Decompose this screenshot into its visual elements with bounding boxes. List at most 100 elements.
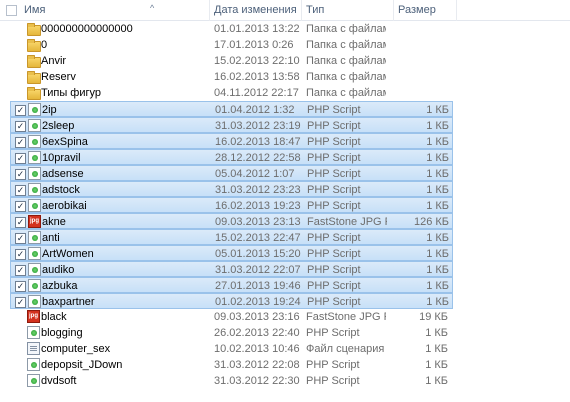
- file-size: 1 КБ: [426, 120, 449, 132]
- row-checkbox[interactable]: ✓: [15, 217, 26, 228]
- file-type: PHP Script: [307, 136, 361, 148]
- file-row[interactable]: ✓ baxpartner 01.02.2013 19:24 PHP Script 1 К…: [10, 293, 453, 309]
- row-checkbox[interactable]: ✓: [15, 281, 26, 292]
- file-row[interactable]: ✓ anti 15.02.2013 22:47 PHP Script 1 КБ: [10, 229, 453, 245]
- file-date: 31.03.2012 22:07: [215, 264, 301, 276]
- column-size-header[interactable]: Размер: [394, 0, 457, 21]
- file-name: black: [41, 311, 67, 323]
- column-type-label: Тип: [306, 4, 325, 16]
- file-date: 31.03.2012 22:08: [214, 359, 300, 371]
- php-script-icon: [28, 263, 41, 276]
- file-name: baxpartner: [42, 296, 95, 308]
- file-size: 1 КБ: [425, 359, 448, 371]
- sort-up-icon: ^: [150, 3, 155, 13]
- file-size: 1 КБ: [426, 280, 449, 292]
- file-row[interactable]: dvdsoft 31.03.2012 22:30 PHP Script 1 КБ: [10, 373, 453, 389]
- folder-icon: [27, 55, 41, 68]
- file-row[interactable]: ✓jpgakne 09.03.2013 23:13 FastStone JPG Fi…: [10, 213, 453, 229]
- select-all-checkbox[interactable]: [6, 5, 17, 16]
- file-date: 05.01.2013 15:20: [215, 248, 301, 260]
- file-size: 1 КБ: [425, 343, 448, 355]
- row-checkbox[interactable]: ✓: [15, 249, 26, 260]
- column-size-label: Размер: [398, 4, 436, 16]
- file-name: adstock: [42, 184, 80, 196]
- file-row[interactable]: depopsit_JDown 31.03.2012 22:08 PHP Script…: [10, 357, 453, 373]
- file-size: 1 КБ: [426, 184, 449, 196]
- row-checkbox[interactable]: ✓: [15, 121, 26, 132]
- file-date: 04.11.2012 22:17: [214, 87, 299, 99]
- file-name: computer_sex: [41, 343, 111, 355]
- file-name: azbuka: [42, 280, 78, 292]
- folder-icon: [27, 23, 41, 36]
- file-date: 15.02.2013 22:47: [215, 232, 301, 244]
- file-type: PHP Script: [306, 327, 360, 339]
- file-type: PHP Script: [307, 120, 361, 132]
- file-row[interactable]: jpgblack 09.03.2013 23:16 FastStone JPG Fi…: [10, 309, 453, 325]
- row-checkbox[interactable]: ✓: [15, 201, 26, 212]
- file-date: 16.02.2013 13:58: [214, 71, 300, 83]
- file-name: blogging: [41, 327, 83, 339]
- file-name: adsense: [42, 168, 84, 180]
- file-type: PHP Script: [307, 296, 361, 308]
- file-name: depopsit_JDown: [41, 359, 123, 371]
- file-row[interactable]: ✓ adsense 05.04.2012 1:07 PHP Script 1 КБ: [10, 165, 453, 181]
- row-checkbox[interactable]: ✓: [15, 233, 26, 244]
- php-script-icon: [28, 231, 41, 244]
- row-checkbox[interactable]: ✓: [15, 265, 26, 276]
- file-type: FastStone JPG File: [307, 216, 387, 228]
- file-row[interactable]: ✓ adstock 31.03.2012 23:23 PHP Script 1 КБ: [10, 181, 453, 197]
- file-date: 09.03.2013 23:16: [214, 311, 300, 323]
- file-type: PHP Script: [307, 168, 361, 180]
- file-type: Папка с файлами: [306, 55, 386, 67]
- file-size: 1 КБ: [425, 375, 448, 387]
- file-size: 1 КБ: [426, 152, 449, 164]
- row-checkbox[interactable]: ✓: [15, 169, 26, 180]
- file-size: 19 КБ: [419, 311, 448, 323]
- row-checkbox[interactable]: ✓: [15, 185, 26, 196]
- file-row[interactable]: ✓ 6exSpina 16.02.2013 18:47 PHP Script 1 КБ: [10, 133, 453, 149]
- file-name: audiko: [42, 264, 75, 276]
- file-row[interactable]: ✓ 2ip 01.04.2012 1:32 PHP Script 1 КБ: [10, 101, 453, 117]
- php-script-icon: [28, 199, 41, 212]
- php-script-icon: [28, 151, 41, 164]
- file-row[interactable]: Reserv 16.02.2013 13:58 Папка с файлами: [10, 69, 453, 85]
- file-date: 01.01.2013 13:22: [214, 23, 300, 35]
- file-row[interactable]: Типы фигур 04.11.2012 22:17 Папка с файлам…: [10, 85, 453, 101]
- column-date-header[interactable]: Дата изменения: [210, 0, 302, 21]
- file-name: 2sleep: [42, 120, 75, 132]
- file-type: PHP Script: [307, 152, 361, 164]
- file-row[interactable]: blogging 26.02.2013 22:40 PHP Script 1 КБ: [10, 325, 453, 341]
- column-date-label: Дата изменения: [214, 4, 297, 16]
- file-row[interactable]: ✓ audiko 31.03.2012 22:07 PHP Script 1 КБ: [10, 261, 453, 277]
- file-size: 1 КБ: [426, 264, 449, 276]
- script-file-icon: [27, 342, 40, 355]
- php-script-icon: [28, 103, 41, 116]
- file-row[interactable]: 0 17.01.2013 0:26 Папка с файлами: [10, 37, 453, 53]
- file-type: PHP Script: [306, 375, 360, 387]
- php-script-icon: [27, 374, 40, 387]
- file-type: Папка с файлами: [306, 87, 386, 99]
- file-date: 15.02.2013 22:10: [214, 55, 300, 67]
- file-type: PHP Script: [307, 248, 361, 260]
- file-size: 1 КБ: [426, 232, 449, 244]
- file-row[interactable]: ✓ aerobikai 16.02.2013 19:23 PHP Script 1 КБ: [10, 197, 453, 213]
- file-row[interactable]: ✓ 10pravil 28.12.2012 22:58 PHP Script 1 КБ: [10, 149, 453, 165]
- file-size: 1 КБ: [426, 168, 449, 180]
- file-row[interactable]: ✓ 2sleep 31.03.2012 23:19 PHP Script 1 КБ: [10, 117, 453, 133]
- row-checkbox[interactable]: ✓: [15, 297, 26, 308]
- file-size: 1 КБ: [426, 104, 449, 116]
- file-row[interactable]: ✓ ArtWomen 05.01.2013 15:20 PHP Script 1 КБ: [10, 245, 453, 261]
- column-type-header[interactable]: Тип: [302, 0, 394, 21]
- row-checkbox[interactable]: ✓: [15, 137, 26, 148]
- file-row[interactable]: ✓ azbuka 27.01.2013 19:46 PHP Script 1 КБ: [10, 277, 453, 293]
- file-row[interactable]: 000000000000000 01.01.2013 13:22 Папка с ф…: [10, 21, 453, 37]
- file-row[interactable]: Anvir 15.02.2013 22:10 Папка с файлами: [10, 53, 453, 69]
- file-date: 05.04.2012 1:07: [215, 168, 295, 180]
- file-size: 1 КБ: [426, 296, 449, 308]
- row-checkbox[interactable]: ✓: [15, 105, 26, 116]
- column-name-header[interactable]: Имя ^: [20, 0, 210, 21]
- file-name: ArtWomen: [42, 248, 94, 260]
- file-row[interactable]: computer_sex 10.02.2013 10:46 Файл сценари…: [10, 341, 453, 357]
- php-script-icon: [28, 247, 41, 260]
- row-checkbox[interactable]: ✓: [15, 153, 26, 164]
